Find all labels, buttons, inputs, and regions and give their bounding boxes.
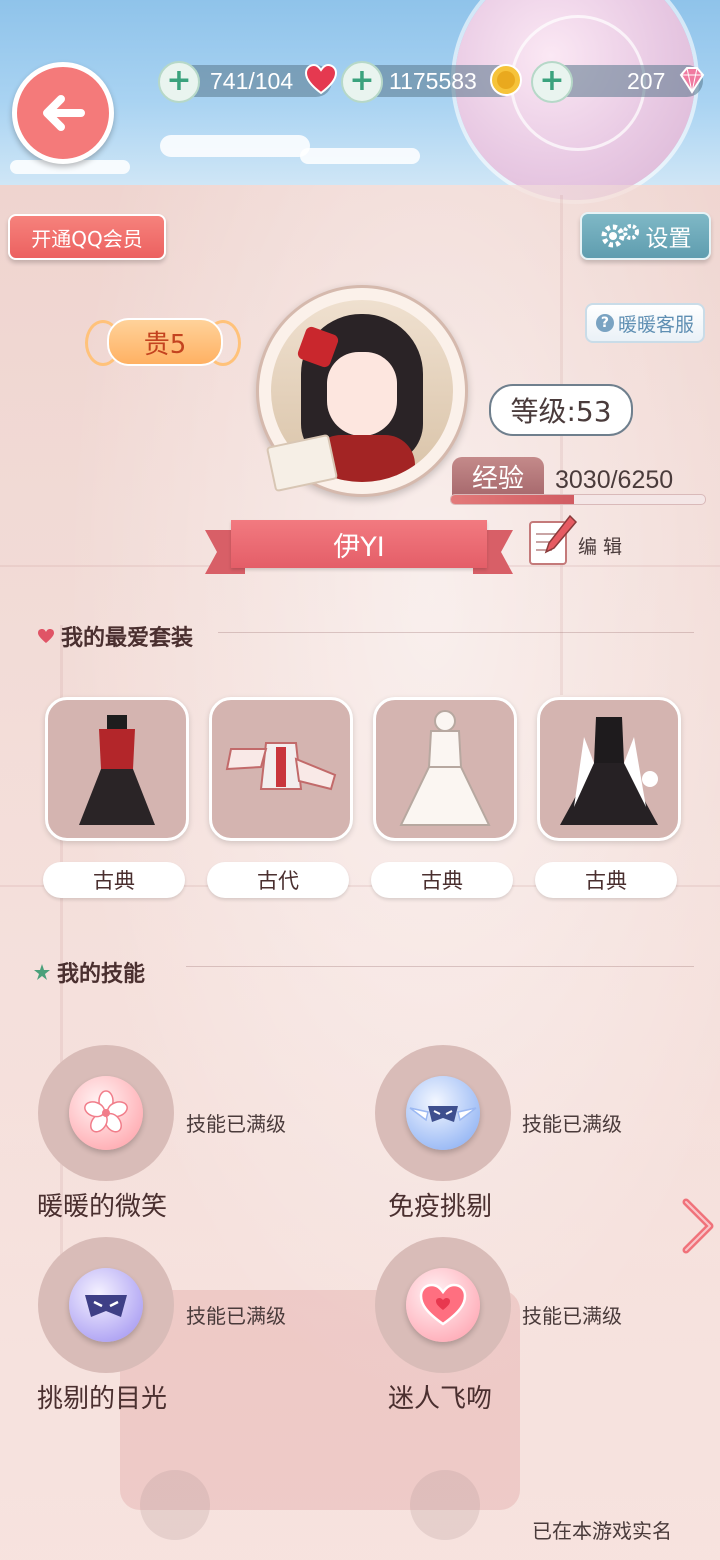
diamond-value: 207 — [627, 67, 666, 94]
diamond-icon — [679, 67, 705, 94]
stamina-value: 741/104 — [210, 67, 294, 94]
skill-name-2: 免疫挑剔 — [388, 1192, 493, 1222]
gear-icon — [601, 224, 639, 248]
favorites-title: 我的最爱套装 — [61, 626, 194, 651]
skill-name-1: 暖暖的微笑 — [37, 1192, 168, 1222]
settings-button[interactable]: 设置 — [580, 212, 711, 260]
star-bullet-icon — [34, 964, 50, 980]
add-stamina-button[interactable]: + — [158, 61, 200, 103]
skill-status-2: 技能已满级 — [522, 1112, 622, 1136]
real-name-verified-text: 已在本游戏实名 — [532, 1519, 672, 1543]
suit-card-3[interactable] — [373, 697, 517, 841]
skills-title: 我的技能 — [57, 962, 146, 987]
add-gold-button[interactable]: + — [341, 61, 383, 103]
skill-status-1: 技能已满级 — [186, 1112, 286, 1136]
player-name: 伊YI — [231, 520, 487, 568]
favorites-divider — [218, 632, 694, 633]
skill-status-3: 技能已满级 — [186, 1304, 286, 1328]
back-arrow-icon — [43, 95, 85, 131]
skill-name-3: 挑剔的目光 — [37, 1384, 168, 1414]
skills-divider — [186, 966, 694, 967]
vip-badge[interactable]: 贵5 — [85, 314, 241, 368]
exp-progress-bar — [450, 494, 706, 505]
qq-member-label: 开通QQ会员 — [31, 226, 143, 251]
suit-card-4[interactable] — [537, 697, 681, 841]
exp-value: 3030/6250 — [555, 466, 674, 494]
white-gown-icon — [399, 710, 491, 826]
add-diamond-button[interactable]: + — [531, 61, 573, 103]
vip-level: 贵5 — [107, 318, 223, 366]
skill-warm-smile[interactable] — [38, 1045, 174, 1181]
gold-coin-icon — [490, 64, 522, 96]
skill-status-4: 技能已满级 — [522, 1304, 622, 1328]
qq-member-button[interactable]: 开通QQ会员 — [8, 214, 166, 260]
suit-tag-4: 古典 — [535, 862, 677, 898]
skill-name-4: 迷人飞吻 — [388, 1384, 493, 1414]
favorites-section-title: 我的最爱套装 — [37, 620, 193, 652]
suit-tag-2: 古代 — [207, 862, 349, 898]
heart-bullet-icon — [38, 629, 54, 643]
suit-card-1[interactable] — [45, 697, 189, 841]
suit-tag-3: 古典 — [371, 862, 513, 898]
gold-value: 1175583 — [389, 67, 477, 94]
settings-label: 设置 — [645, 226, 692, 252]
suit-tag-1: 古典 — [43, 862, 185, 898]
red-black-dress-icon — [79, 715, 155, 825]
customer-service-label: 暖暖客服 — [617, 313, 694, 336]
sakura-icon — [69, 1076, 143, 1150]
skill-charming-kiss[interactable] — [375, 1237, 511, 1373]
edit-button[interactable]: 编 辑 — [578, 532, 622, 559]
question-icon: ? — [595, 314, 614, 332]
winged-mask-icon — [406, 1076, 480, 1150]
customer-service-button[interactable]: ? 暖暖客服 — [585, 303, 705, 343]
suit-card-2[interactable] — [209, 697, 353, 841]
diamond-counter: + 207 — [531, 61, 705, 103]
exp-progress-fill — [451, 495, 575, 504]
heart-icon — [304, 63, 338, 95]
player-level: 等级:53 — [489, 384, 633, 436]
black-fur-dress-icon — [560, 717, 658, 825]
skills-section-title: 我的技能 — [33, 956, 145, 988]
skill-picky-gaze[interactable] — [38, 1237, 174, 1373]
mask-icon — [69, 1268, 143, 1342]
gold-counter: + 1175583 — [341, 61, 522, 103]
heart-kiss-icon — [406, 1268, 480, 1342]
next-page-arrow-icon[interactable] — [680, 1198, 716, 1254]
stamina-counter: + 741/104 — [158, 61, 338, 103]
skill-immune-picky[interactable] — [375, 1045, 511, 1181]
edit-pencil-icon[interactable] — [526, 512, 578, 568]
player-name-ribbon: 伊YI — [205, 520, 513, 574]
exp-label: 经验 — [452, 457, 544, 495]
ancient-garment-icon — [225, 742, 337, 791]
back-button[interactable] — [12, 62, 114, 164]
